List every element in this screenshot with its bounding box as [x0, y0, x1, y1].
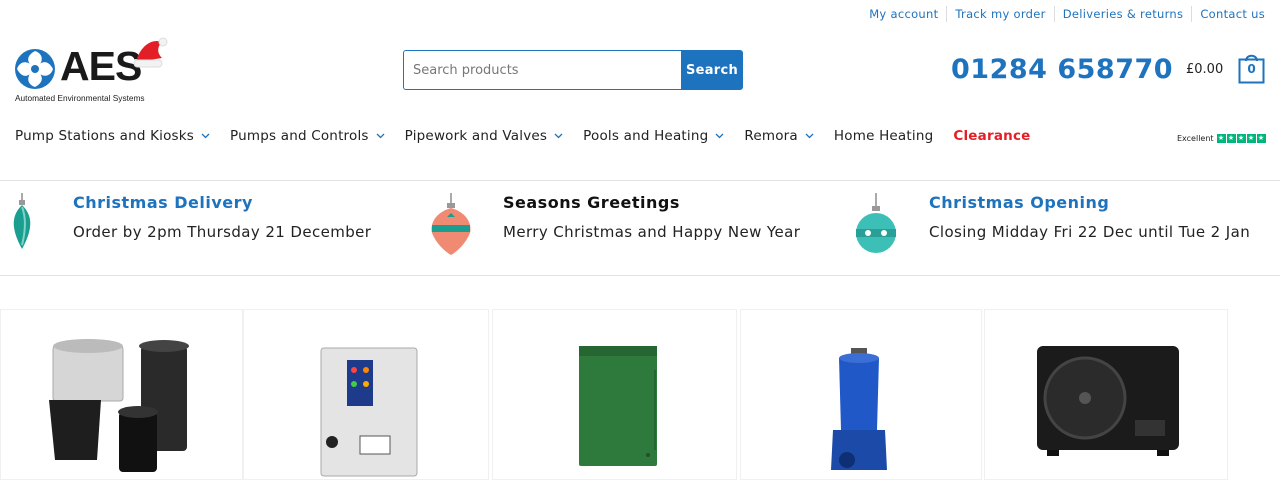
star-icon: ★: [1236, 134, 1246, 143]
star-icon: ★: [1256, 134, 1266, 143]
notice-title: Christmas Delivery: [73, 193, 253, 212]
search-input[interactable]: [403, 50, 681, 90]
notice-text: Order by 2pm Thursday 21 December: [73, 223, 372, 241]
nav-label: Pools and Heating: [583, 128, 709, 144]
notice-title: Seasons Greetings: [503, 193, 680, 212]
notice-text: Merry Christmas and Happy New Year: [503, 223, 801, 241]
star-icon: ★: [1246, 134, 1256, 143]
chevron-down-icon: [715, 133, 724, 139]
contact-us-link[interactable]: Contact us: [1192, 6, 1265, 22]
trustpilot-widget[interactable]: Excellent ★ ★ ★ ★ ★: [1177, 134, 1267, 143]
nav-label: Remora: [744, 128, 798, 144]
chevron-down-icon: [805, 133, 814, 139]
submersible-pump-icon: [831, 348, 887, 470]
star-icon: ★: [1226, 134, 1236, 143]
main-nav: Pump Stations and Kiosks Pumps and Contr…: [15, 128, 1051, 144]
deliveries-returns-link[interactable]: Deliveries & returns: [1055, 6, 1193, 22]
chevron-down-icon: [376, 133, 385, 139]
trust-label: Excellent: [1177, 134, 1214, 143]
control-panel-icon: [320, 347, 418, 477]
notice-title: Christmas Opening: [929, 193, 1110, 212]
nav-home-heating[interactable]: Home Heating: [834, 128, 933, 144]
nav-pools-heating[interactable]: Pools and Heating: [583, 128, 724, 144]
product-card-green-kiosk[interactable]: [492, 309, 737, 480]
snowflake-ornament-icon: [856, 193, 896, 253]
track-order-link[interactable]: Track my order: [947, 6, 1055, 22]
trust-stars: ★ ★ ★ ★ ★: [1216, 134, 1267, 143]
search-bar: Search: [403, 50, 743, 90]
aes-swirl-icon: [15, 49, 55, 89]
star-icon: ★: [1216, 134, 1226, 143]
product-card-heat-pump[interactable]: [984, 309, 1228, 480]
cart-count: 0: [1247, 62, 1256, 76]
product-card-pump-chambers[interactable]: [0, 309, 243, 480]
nav-pumps-controls[interactable]: Pumps and Controls: [230, 128, 385, 144]
nav-label: Home Heating: [833, 128, 934, 144]
nav-label: Pumps and Controls: [230, 128, 369, 144]
teal-ornament-icon: [13, 193, 31, 249]
nav-label: Pipework and Valves: [404, 128, 548, 144]
chevron-down-icon: [554, 133, 563, 139]
logo-tagline: Automated Environmental Systems: [15, 93, 145, 103]
product-grid: [0, 309, 1280, 480]
site-logo[interactable]: AES Automated Environmental Systems: [14, 36, 174, 104]
notice-text: Closing Midday Fri 22 Dec until Tue 2 Ja…: [929, 223, 1251, 241]
coral-ornament-icon: [431, 193, 471, 255]
nav-pipework-valves[interactable]: Pipework and Valves: [405, 128, 563, 144]
green-kiosk-icon: [579, 346, 657, 466]
seasons-greetings-notice: Seasons Greetings Merry Christmas and Ha…: [503, 193, 800, 241]
christmas-delivery-notice: Christmas Delivery Order by 2pm Thursday…: [73, 193, 371, 241]
cart-total[interactable]: £0.00: [1186, 62, 1223, 77]
heat-pump-icon: [1037, 346, 1179, 456]
product-card-submersible-pump[interactable]: [740, 309, 982, 480]
product-card-control-panel[interactable]: [243, 309, 489, 480]
nav-label: Pump Stations and Kiosks: [15, 128, 195, 144]
nav-pump-stations[interactable]: Pump Stations and Kiosks: [15, 128, 210, 144]
my-account-link[interactable]: My account: [861, 6, 948, 22]
search-button[interactable]: Search: [681, 50, 743, 90]
nav-label: Clearance: [953, 128, 1031, 144]
santa-hat-icon: [133, 37, 168, 68]
top-links: My account Track my order Deliveries & r…: [861, 6, 1265, 22]
pump-chambers-icon: [49, 339, 189, 472]
nav-remora[interactable]: Remora: [744, 128, 814, 144]
chevron-down-icon: [201, 133, 210, 139]
cart-button[interactable]: 0: [1238, 52, 1265, 84]
logo-wordmark: AES: [60, 43, 142, 89]
notice-band: Christmas Delivery Order by 2pm Thursday…: [0, 180, 1280, 276]
nav-clearance[interactable]: Clearance: [953, 128, 1030, 144]
christmas-opening-notice: Christmas Opening Closing Midday Fri 22 …: [929, 193, 1250, 241]
phone-number[interactable]: 01284 658770: [951, 54, 1173, 85]
